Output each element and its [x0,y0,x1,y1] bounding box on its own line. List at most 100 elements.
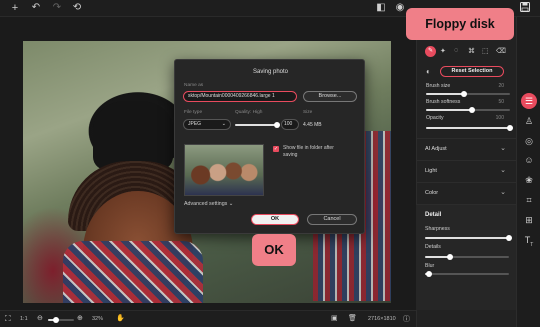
section-label: AI Adjust [425,146,447,152]
slider-fill [426,127,510,129]
slider-fill [426,93,464,95]
details-label: Details [425,244,441,250]
slider-knob[interactable] [460,91,467,97]
color-circles-icon[interactable]: ❀ [523,174,535,186]
reset-icon[interactable]: ⟲ [71,2,83,14]
filename-input[interactable]: sktop/Mountain0000409266846.large 1 [183,91,297,102]
hand-icon[interactable]: ✋ [116,314,125,322]
eye-icon[interactable]: ◉ [394,2,406,14]
slider-knob[interactable] [52,317,59,323]
ok-callout: OK [252,234,296,266]
opacity-slider[interactable] [426,125,513,131]
mask-invert-icon[interactable]: ◐ [426,67,436,77]
quality-slider-knob[interactable] [274,122,280,128]
add-frame-icon[interactable]: ⊞ [523,214,535,226]
zoom-in-icon[interactable]: ⊕ [77,314,83,322]
face-icon[interactable]: ☺ [523,154,535,166]
slider-knob[interactable] [426,271,433,277]
chevron-down-icon: ⌄ [500,145,506,152]
blur-slider[interactable] [425,271,509,277]
file-type-select[interactable]: JPEG ⌄ [183,119,231,130]
slider-knob[interactable] [506,235,512,241]
file-type-value: JPEG [188,121,202,127]
photo-scarf [63,241,203,303]
plus-icon[interactable]: + [9,2,21,14]
zoom-slider[interactable] [48,317,74,323]
crop-icon[interactable]: ⌗ [523,194,535,206]
eraser-icon[interactable]: ⌫ [496,47,506,55]
section-color[interactable]: Color ⌄ [416,182,516,202]
redo-icon[interactable]: ↷ [51,2,63,14]
floppy-disk-icon[interactable] [519,2,531,14]
opacity-value: 100 [495,115,504,121]
brush-size-slider[interactable] [426,91,510,97]
detail-section: Detail Sharpness Details Blur [416,204,516,310]
slider-knob[interactable] [507,125,513,131]
save-dialog: Saving photo Name as sktop/Mountain00004… [174,59,365,234]
blur-label: Blur [425,263,435,269]
opacity-label: Opacity [426,115,444,121]
compare-icon[interactable]: ◧ [375,2,387,14]
size-label: Size [303,110,313,115]
size-value: 4.45 MB [303,122,322,128]
browse-button[interactable]: Browse... [303,91,357,102]
reset-selection-button[interactable]: Reset Selection [440,66,504,77]
slider-knob[interactable] [469,107,476,113]
name-label: Name as [184,83,204,88]
fit-screen-icon[interactable]: ⛶ [5,314,11,324]
info-icon[interactable]: ⓘ [403,314,410,324]
chevron-down-icon: ⌄ [221,121,226,127]
zoom-out-icon[interactable]: ⊖ [37,314,43,322]
image-dimensions: 2716×1810 [368,316,396,322]
advanced-settings-toggle[interactable]: Advanced settings ⌄ [184,201,233,207]
pin-icon[interactable]: ✦ [440,47,449,55]
cancel-button[interactable]: Cancel [307,214,357,225]
zoom-value: 32% [92,316,104,322]
advanced-settings-label: Advanced settings [184,201,228,207]
slider-knob[interactable] [447,254,454,260]
mask-tool-row: ✎ ✦ ◌ ⌘ ⬚ ⌫ [425,46,511,58]
show-in-folder-checkbox[interactable]: ✓ [273,146,279,152]
right-tool-rail: ☰ ♙ ◎ ☺ ❀ ⌗ ⊞ TT [516,17,540,327]
brush-size-value: 20 [498,83,504,89]
chevron-down-icon: ⌄ [500,167,506,174]
sharpness-slider[interactable] [425,235,512,241]
section-label: Light [425,168,437,174]
section-label: Color [425,190,439,196]
trash-icon[interactable]: 🗑 [348,314,357,322]
preview-thumbnail [184,144,264,196]
undo-icon[interactable]: ↶ [30,2,42,14]
show-in-folder-label: Show file in folder after saving [283,145,334,158]
quality-slider[interactable] [235,122,280,128]
bottom-bar: ⛶ 1:1 ⊖ ⊕ 32% ✋ ▣ 🗑 2716×1810 ⓘ [0,310,416,327]
brush-softness-value: 50 [498,99,504,105]
text-icon[interactable]: TT [523,234,535,248]
quality-label: Quality: High [235,110,263,115]
eye-retouch-icon[interactable]: ◎ [523,135,535,147]
fit-ratio-button[interactable]: 1:1 [20,316,28,322]
ok-button[interactable]: OK [251,214,299,225]
quality-slider-fill [235,124,277,126]
dialog-title: Saving photo [252,69,289,75]
chevron-down-icon: ⌄ [228,201,234,207]
brush-softness-slider[interactable] [426,107,510,113]
sharpness-label: Sharpness [425,226,450,232]
section-ai-adjust[interactable]: AI Adjust ⌄ [416,138,516,158]
floppy-disk-callout: Floppy disk [406,8,514,40]
slider-fill [426,109,473,111]
detail-section-title: Detail [425,212,442,218]
brush-size-label: Brush size [426,83,451,89]
lasso-polygon-icon[interactable]: ⌘ [468,47,477,55]
quality-value-field[interactable]: 100 [281,119,299,130]
lasso-icon[interactable]: ◌ [454,47,463,54]
section-light[interactable]: Light ⌄ [416,160,516,180]
slider-fill [425,237,509,239]
details-slider[interactable] [425,254,509,260]
brush-icon[interactable]: ✎ [425,46,436,57]
select-rect-icon[interactable]: ⬚ [482,47,491,55]
image-icon[interactable]: ▣ [331,314,338,322]
stamp-icon[interactable]: ♙ [523,115,535,127]
chevron-down-icon: ⌄ [500,189,506,196]
adjust-sliders-icon[interactable]: ☰ [521,93,537,109]
brush-softness-label: Brush softness [426,99,461,105]
